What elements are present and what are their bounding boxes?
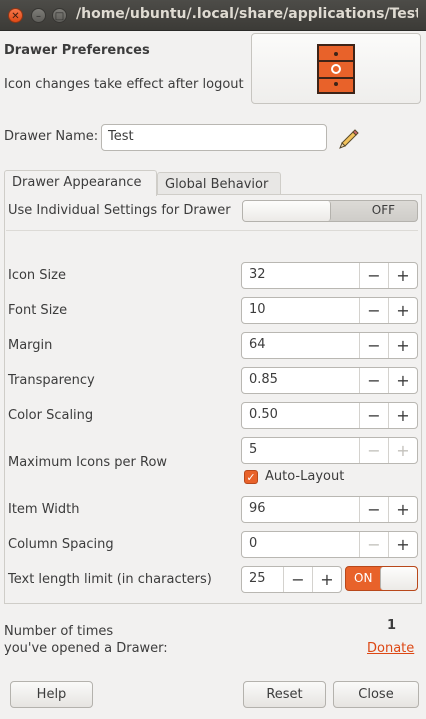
column-spacing-label: Column Spacing: [8, 537, 114, 552]
decrement-button: −: [359, 532, 388, 557]
reset-button[interactable]: Reset: [243, 681, 326, 708]
decrement-button[interactable]: −: [359, 263, 388, 288]
color-scaling-label: Color Scaling: [8, 408, 94, 423]
color-scaling-spinner[interactable]: 0.50 − +: [241, 402, 418, 429]
text-length-label: Text length limit (in characters): [8, 572, 212, 587]
max-icons-value: 5: [249, 442, 258, 457]
window-title: /home/ubuntu/.local/share/applications/T…: [76, 6, 418, 22]
opened-count-label: Number of times: [4, 624, 114, 639]
decrement-button[interactable]: −: [359, 298, 388, 323]
switch-knob: [243, 201, 331, 221]
text-length-spinner[interactable]: 25 − +: [241, 566, 342, 593]
item-width-value[interactable]: 96: [242, 497, 359, 522]
max-icons-label: Maximum Icons per Row: [8, 455, 168, 470]
increment-button[interactable]: +: [312, 567, 341, 592]
transparency-spinner[interactable]: 0.85 − +: [241, 367, 418, 394]
drawer-name-input[interactable]: Test: [101, 124, 327, 151]
font-size-label: Font Size: [8, 303, 68, 318]
individual-settings-switch[interactable]: OFF: [242, 200, 418, 222]
drawer-icon-button[interactable]: [251, 33, 421, 104]
margin-value[interactable]: 64: [242, 333, 359, 358]
auto-layout-label[interactable]: Auto-Layout: [265, 469, 344, 484]
increment-button[interactable]: +: [388, 497, 417, 522]
drawer-name-label: Drawer Name:: [4, 129, 99, 144]
close-button[interactable]: Close: [333, 681, 419, 708]
drawer-knob: [334, 82, 338, 86]
drawer-cabinet-icon: [317, 44, 355, 94]
decrement-button[interactable]: −: [283, 567, 312, 592]
font-size-value[interactable]: 10: [242, 298, 359, 323]
increment-button[interactable]: +: [388, 298, 417, 323]
window-close-button[interactable]: ✕: [8, 8, 23, 23]
decrement-button: −: [359, 438, 388, 463]
decrement-button[interactable]: −: [359, 333, 388, 358]
decrement-button[interactable]: −: [359, 497, 388, 522]
donate-link[interactable]: Donate: [367, 641, 414, 656]
item-width-label: Item Width: [8, 502, 80, 517]
switch-knob: [380, 567, 417, 590]
icon-size-spinner[interactable]: 32 − +: [241, 262, 418, 289]
transparency-value[interactable]: 0.85: [242, 368, 359, 393]
margin-spinner[interactable]: 64 − +: [241, 332, 418, 359]
tab-drawer-appearance[interactable]: Drawer Appearance: [4, 170, 157, 196]
dialog-heading: Drawer Preferences: [4, 43, 150, 58]
window-maximize-button[interactable]: □: [52, 8, 67, 23]
increment-button[interactable]: +: [388, 532, 417, 557]
icon-size-value[interactable]: 32: [242, 263, 359, 288]
opened-count-value: 1: [387, 618, 397, 633]
font-size-spinner[interactable]: 10 − +: [241, 297, 418, 324]
auto-layout-checkbox[interactable]: ✓: [244, 470, 258, 484]
ubuntu-logo-icon: [331, 64, 341, 74]
increment-button[interactable]: +: [388, 403, 417, 428]
decrement-button[interactable]: −: [359, 403, 388, 428]
individual-settings-label: Use Individual Settings for Drawer: [8, 203, 231, 218]
separator: [6, 230, 418, 231]
title-bar: ✕ – □ /home/ubuntu/.local/share/applicat…: [0, 0, 426, 31]
switch-state: OFF: [371, 203, 395, 217]
logout-notice: Icon changes take effect after logout: [4, 77, 244, 92]
help-button[interactable]: Help: [10, 681, 93, 708]
transparency-label: Transparency: [8, 373, 95, 388]
increment-button[interactable]: +: [388, 368, 417, 393]
color-scaling-value[interactable]: 0.50: [242, 403, 359, 428]
drawer-knob: [334, 52, 338, 56]
drawer-divider: [319, 60, 353, 62]
max-icons-spinner: 5 − +: [241, 437, 418, 464]
column-spacing-spinner[interactable]: 0 − +: [241, 531, 418, 558]
margin-label: Margin: [8, 338, 53, 353]
text-length-switch[interactable]: ON: [345, 566, 418, 591]
switch-state: ON: [354, 571, 373, 585]
opened-count-label-2: you've opened a Drawer:: [4, 641, 168, 656]
drawer-divider: [319, 77, 353, 79]
column-spacing-value[interactable]: 0: [242, 532, 359, 557]
window-minimize-button[interactable]: –: [31, 8, 46, 23]
item-width-spinner[interactable]: 96 − +: [241, 496, 418, 523]
text-length-value[interactable]: 25: [242, 567, 283, 592]
increment-button[interactable]: +: [388, 333, 417, 358]
increment-button[interactable]: +: [388, 263, 417, 288]
pencil-icon[interactable]: [337, 126, 361, 150]
decrement-button[interactable]: −: [359, 368, 388, 393]
icon-size-label: Icon Size: [8, 268, 66, 283]
increment-button: +: [388, 438, 417, 463]
